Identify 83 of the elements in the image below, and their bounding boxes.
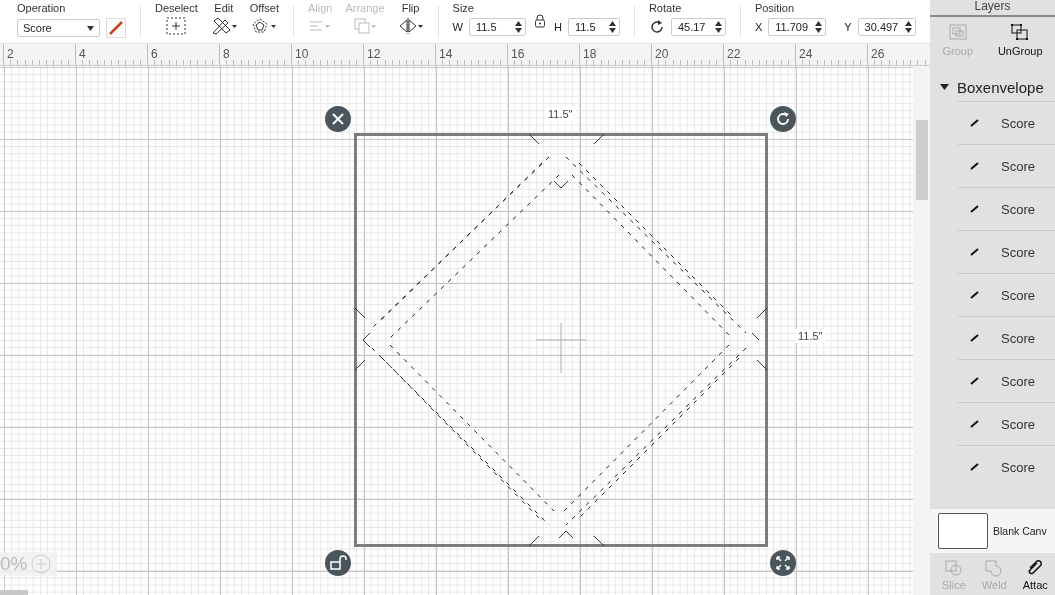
pen-line-icon — [970, 291, 979, 299]
pencil-ruler-icon — [210, 17, 237, 35]
caret-icon — [940, 84, 949, 90]
layer-item[interactable]: Score — [958, 359, 1055, 402]
layer-item[interactable]: Score — [958, 273, 1055, 316]
ruler-number: 16 — [510, 47, 525, 61]
ruler-number: 22 — [726, 47, 741, 61]
toolbar-tool-button[interactable]: Offset — [249, 0, 279, 43]
pen-line-icon — [970, 162, 979, 170]
flip-icon — [397, 17, 424, 35]
rotate-label: Rotate — [648, 2, 683, 14]
canvas-layer-row[interactable]: Blank Canv — [930, 509, 1055, 553]
layer-action-button[interactable]: UnGroup — [997, 23, 1043, 63]
layer-item[interactable]: Score — [958, 445, 1055, 488]
ungroup-squares-icon — [1010, 23, 1031, 41]
pen-line-icon — [970, 205, 979, 213]
pen-line-icon — [970, 334, 979, 342]
pen-color-swatch[interactable] — [106, 18, 126, 38]
toolbar-tool-button[interactable]: Flip — [397, 0, 424, 43]
height-label: H — [553, 21, 562, 33]
height-dimension-label: 11.5" — [795, 329, 826, 343]
width-label: W — [452, 21, 463, 33]
overlapping-shapes-icon — [943, 559, 964, 577]
operation-dropdown[interactable]: Score — [17, 19, 100, 37]
y-label: Y — [844, 21, 852, 33]
rotate-handle-icon[interactable] — [770, 106, 796, 132]
spinner-icon — [608, 21, 616, 33]
padlock-icon[interactable] — [533, 14, 546, 28]
spinner-icon — [815, 21, 823, 33]
pentagon-outline-icon — [251, 17, 278, 35]
rotate-field[interactable]: 45.17 — [670, 18, 726, 36]
width-field[interactable]: 11.5 — [468, 18, 526, 36]
ruler-number: 4 — [78, 47, 86, 61]
ruler-number: 18 — [582, 47, 597, 61]
caret-icon — [87, 25, 94, 31]
rotate-icon — [648, 19, 665, 35]
layer-item[interactable]: Score — [958, 144, 1055, 187]
welded-shapes-icon — [984, 559, 1005, 577]
spinner-icon — [904, 21, 912, 33]
ruler-number: 6 — [150, 47, 158, 61]
ruler-number: 8 — [222, 47, 230, 61]
horizontal-scrollbar[interactable] — [0, 590, 28, 595]
toolbar-tool-button[interactable]: Deselect — [155, 0, 198, 43]
y-position-field[interactable]: 30.497 — [857, 18, 916, 36]
canvas-thumbnail — [938, 513, 988, 549]
pen-line-icon — [970, 377, 979, 385]
layer-item[interactable]: Score — [958, 101, 1055, 144]
layer-item[interactable]: Score — [958, 402, 1055, 445]
stacked-squares-icon — [353, 17, 377, 35]
ruler-number: 2 — [6, 47, 14, 61]
ruler-number: 12 — [366, 47, 381, 61]
layer-item[interactable]: Score — [958, 187, 1055, 230]
group-squares-icon — [947, 23, 968, 41]
spinner-icon — [714, 21, 722, 33]
pen-line-icon — [970, 119, 979, 127]
ruler-number: 24 — [798, 47, 813, 61]
layer-group-row[interactable]: Boxenvelope — [930, 73, 1055, 101]
ruler-number: 10 — [294, 47, 309, 61]
layer-item[interactable]: Score — [958, 316, 1055, 359]
zoom-level: 0% — [0, 553, 28, 575]
height-field[interactable]: 11.5 — [567, 18, 620, 36]
operation-label: Operation — [17, 2, 67, 14]
dashed-square-icon — [166, 17, 187, 35]
close-button[interactable] — [325, 106, 351, 132]
layers-title: Layers — [930, 0, 1055, 17]
x-position-field[interactable]: 11.709 — [768, 18, 827, 36]
ruler-number: 26 — [870, 47, 885, 61]
pen-line-icon — [970, 463, 979, 471]
toolbar-tool-button[interactable]: Edit — [210, 0, 237, 43]
ruler-number: 14 — [438, 47, 453, 61]
layer-action-button[interactable]: Attac — [1022, 559, 1048, 595]
vertical-scrollbar[interactable] — [913, 66, 930, 595]
ruler-number: 20 — [654, 47, 669, 61]
size-label: Size — [452, 2, 475, 14]
pen-line-icon — [970, 420, 979, 428]
resize-handle-icon[interactable] — [770, 550, 796, 576]
unlocked-padlock-icon[interactable] — [325, 550, 351, 576]
position-label: Position — [754, 2, 796, 14]
spinner-icon — [514, 21, 522, 33]
layer-item[interactable]: Score — [958, 230, 1055, 273]
width-dimension-label: 11.5" — [545, 107, 576, 121]
x-label: X — [754, 21, 763, 33]
pen-line-icon — [970, 248, 979, 256]
